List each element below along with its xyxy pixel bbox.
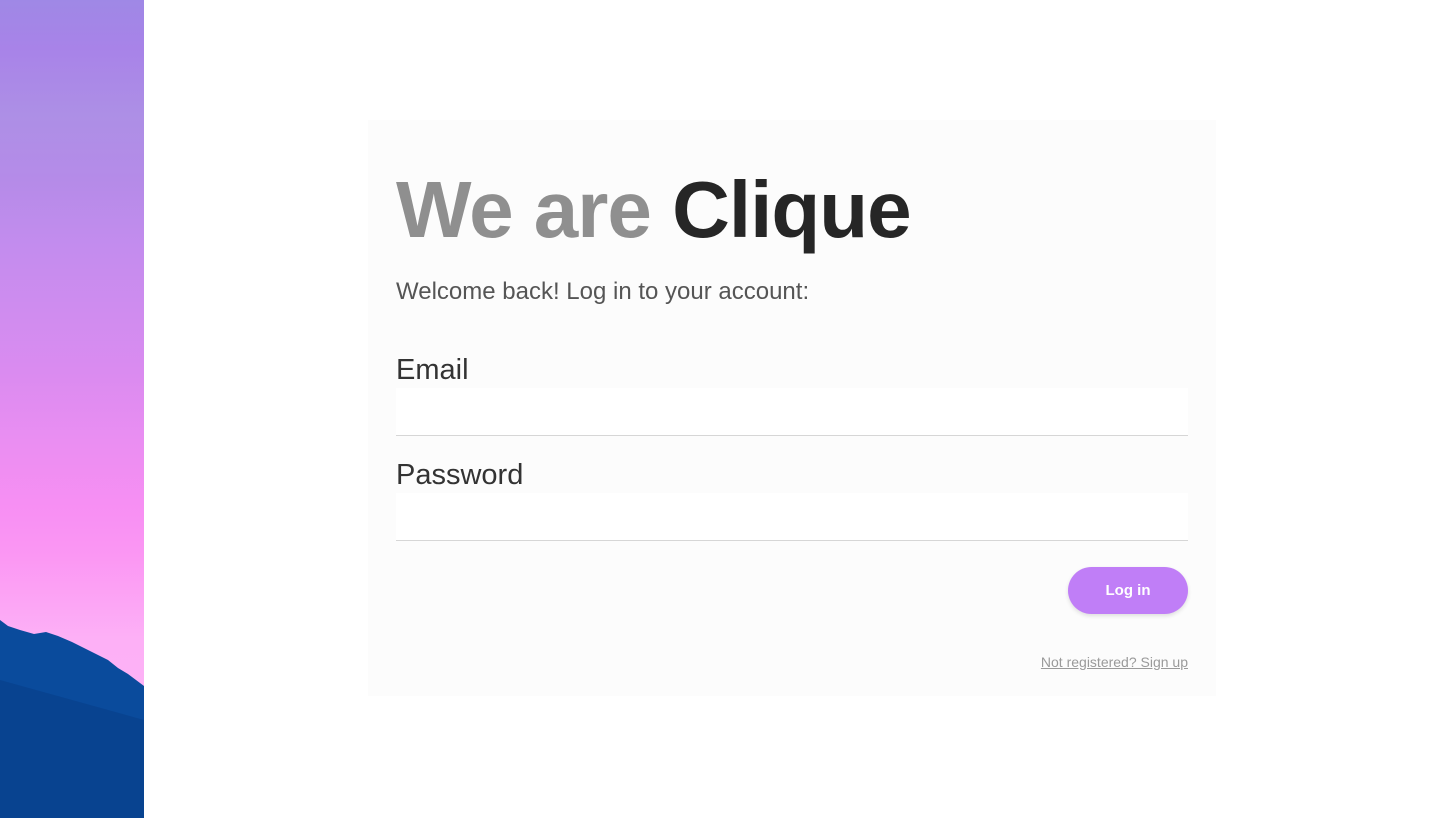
- login-subtitle: Welcome back! Log in to your account:: [396, 278, 810, 305]
- mountain-silhouette: [0, 620, 144, 818]
- signup-link[interactable]: Not registered? Sign up: [1041, 654, 1188, 670]
- email-label: Email: [396, 354, 469, 386]
- login-card: We are Clique Welcome back! Log in to yo…: [368, 120, 1216, 696]
- headline-muted-text: We are: [396, 165, 673, 254]
- sidebar-landscape-image: [0, 0, 144, 818]
- login-button[interactable]: Log in: [1068, 567, 1188, 614]
- password-field[interactable]: [396, 493, 1188, 541]
- email-field[interactable]: [396, 388, 1188, 436]
- brand-headline: We are Clique: [396, 162, 912, 258]
- brand-name: Clique: [672, 165, 911, 254]
- password-label: Password: [396, 459, 524, 491]
